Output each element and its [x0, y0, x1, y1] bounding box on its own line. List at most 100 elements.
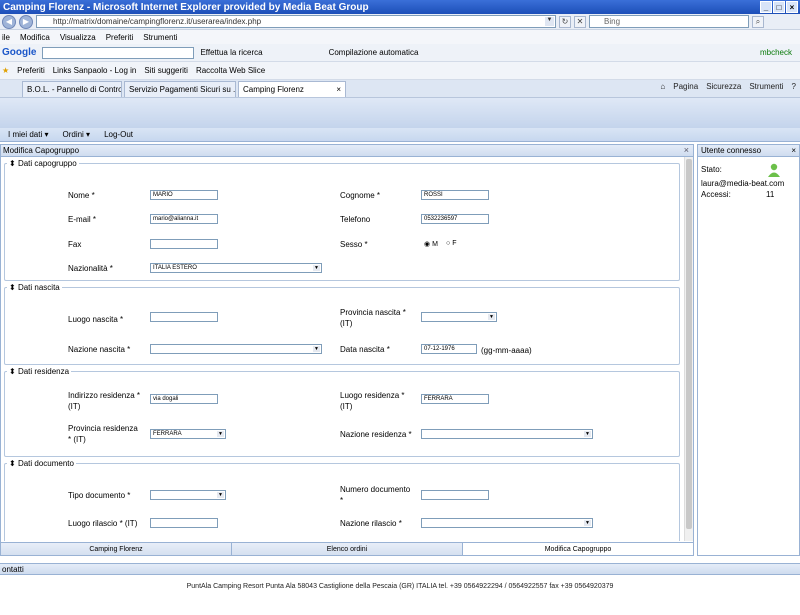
search-placeholder: Bing: [604, 17, 621, 26]
legend-text: Dati capogruppo: [17, 159, 77, 168]
cmd-page[interactable]: Pagina: [673, 82, 698, 91]
close-icon[interactable]: ×: [336, 85, 341, 94]
cmd-security[interactable]: Sicurezza: [706, 82, 741, 91]
bottom-tab-ordini[interactable]: Elenco ordini: [232, 543, 463, 555]
nazione-residenza-select[interactable]: ▼: [421, 429, 593, 439]
label-nazione-residenza: Nazione residenza *: [340, 430, 412, 439]
stop-icon[interactable]: ✕: [574, 15, 586, 28]
indirizzo-input[interactable]: via dogali: [150, 394, 218, 404]
window-titlebar: Camping Florenz - Microsoft Internet Exp…: [0, 0, 800, 14]
footer-text: PuntAla Camping Resort Punta Ala 58043 C…: [186, 582, 614, 590]
label-luogo-residenza: Luogo residenza *: [340, 391, 405, 400]
nazione-rilascio-select[interactable]: ▼: [421, 518, 593, 528]
favorites-button[interactable]: Preferiti: [17, 66, 45, 75]
chevron-down-icon[interactable]: ▼: [545, 17, 554, 26]
tipo-documento-select[interactable]: ▼: [150, 490, 226, 500]
prov-residenza-select[interactable]: FERRARA ▼: [150, 429, 226, 439]
window-title: Camping Florenz - Microsoft Internet Exp…: [3, 1, 369, 13]
google-search-input[interactable]: [42, 46, 195, 59]
telefono-input[interactable]: 0532236597: [421, 214, 489, 224]
radio-m[interactable]: ◉ M: [424, 240, 438, 248]
email-input[interactable]: mario@alianna.it: [150, 214, 218, 224]
panel-header: Modifica Capogruppo ×: [1, 145, 693, 157]
menu-view[interactable]: Visualizza: [60, 33, 96, 42]
fav-web-slice[interactable]: Raccolta Web Slice: [196, 66, 265, 75]
scrollbar-thumb[interactable]: [686, 159, 692, 529]
menu-logout[interactable]: Log-Out: [104, 130, 133, 139]
cognome-input[interactable]: ROSSI: [421, 190, 489, 200]
close-icon[interactable]: ×: [684, 145, 689, 155]
bottom-tab-camping[interactable]: Camping Florenz: [1, 543, 232, 555]
url-text: http://matrix/domaine/campingflorenz.it/…: [53, 17, 262, 26]
menu-favorites[interactable]: Preferiti: [106, 33, 134, 42]
url-input[interactable]: http://matrix/domaine/campingflorenz.it/…: [36, 15, 556, 28]
prov-residenza-value: FERRARA: [153, 431, 182, 437]
maximize-button[interactable]: □: [773, 1, 785, 13]
autofill-button[interactable]: Compilazione automatica: [329, 48, 419, 57]
back-icon[interactable]: ◀: [2, 14, 16, 29]
nome-input[interactable]: MARIO: [150, 190, 218, 200]
label-prov-nascita: Provincia nascita *: [340, 308, 406, 317]
legend-residenza: ⬍ Dati residenza: [9, 367, 70, 376]
fav-suggested-sites[interactable]: Siti suggeriti: [144, 66, 188, 75]
refresh-icon[interactable]: ↻: [559, 15, 571, 28]
data-format-hint: (gg-mm-aaaa): [481, 346, 532, 355]
nazionalita-value: ITALIA ESTERO: [153, 265, 197, 271]
chevron-down-icon: ▼: [584, 520, 591, 526]
luogo-residenza-input[interactable]: FERRARA: [421, 394, 489, 404]
panel-scrollbar[interactable]: [684, 157, 693, 541]
minimize-button[interactable]: _: [760, 1, 772, 13]
tab-camping-florenz[interactable]: Camping Florenz ×: [238, 81, 346, 97]
nazione-nascita-select[interactable]: ▼: [150, 344, 322, 354]
nazionalita-select[interactable]: ITALIA ESTERO ▼: [150, 263, 322, 273]
radio-f[interactable]: ○ F: [446, 240, 456, 247]
accessi-value: 11: [766, 190, 775, 199]
search-icon[interactable]: ⌕: [752, 15, 764, 28]
bottom-tabs: Camping Florenz Elenco ordini Modifica C…: [1, 542, 694, 555]
menu-my-data[interactable]: I miei dati ▾: [8, 130, 48, 139]
menu-my-data-label: I miei dati: [8, 130, 43, 139]
menu-tools[interactable]: Strumenti: [143, 33, 177, 42]
app-menu: I miei dati ▾ Ordini ▾ Log-Out: [0, 128, 800, 142]
chevron-down-icon: ▼: [217, 431, 224, 437]
user-email: laura@media-beat.com: [701, 179, 785, 188]
fav-link-sanpaolo[interactable]: Links Sanpaolo - Log in: [53, 66, 137, 75]
search-input[interactable]: Bing: [589, 15, 749, 28]
help-icon[interactable]: ?: [792, 82, 796, 91]
user-online-icon: [768, 163, 780, 177]
forward-icon[interactable]: ▶: [19, 14, 33, 29]
luogo-nascita-input[interactable]: [150, 312, 218, 322]
tab-pagamenti[interactable]: Servizio Pagamenti Sicuri su ...: [124, 81, 236, 97]
fax-input[interactable]: [150, 239, 218, 249]
favorites-bar: ★ Preferiti Links Sanpaolo - Log in Siti…: [0, 62, 800, 80]
menu-orders-label: Ordini: [62, 130, 84, 139]
tab-label: B.O.L. - Pannello di Controllo: [27, 85, 122, 94]
contatti-title: ontatti: [2, 564, 24, 574]
label-nazione-rilascio: Nazione rilascio *: [340, 519, 402, 528]
google-search-button[interactable]: Effettua la ricerca: [200, 48, 262, 57]
luogo-rilascio-input[interactable]: [150, 518, 218, 528]
close-icon[interactable]: ×: [791, 146, 796, 155]
menu-orders[interactable]: Ordini ▾: [62, 130, 90, 139]
menu-file[interactable]: ile: [2, 33, 10, 42]
label-fax: Fax: [68, 240, 82, 249]
close-window-button[interactable]: ×: [786, 1, 798, 13]
menu-edit[interactable]: Modifica: [20, 33, 50, 42]
label-numero-documento: Numero documento: [340, 485, 411, 494]
label-prov-residenza: Provincia residenza: [68, 424, 138, 433]
numero-documento-input[interactable]: [421, 490, 489, 500]
legend-capogruppo: ⬍ Dati capogruppo: [9, 159, 77, 168]
radio-m-label: M: [432, 241, 438, 248]
star-icon[interactable]: ★: [2, 66, 9, 75]
bottom-tab-capogruppo[interactable]: Modifica Capogruppo: [463, 543, 694, 555]
home-icon[interactable]: ⌂: [660, 82, 665, 91]
user-account[interactable]: mbcheck: [760, 48, 792, 57]
label-cognome: Cognome *: [340, 191, 381, 200]
cmd-tools[interactable]: Strumenti: [749, 82, 783, 91]
label-data-nascita: Data nascita *: [340, 345, 390, 354]
tab-bol[interactable]: B.O.L. - Pannello di Controllo: [22, 81, 122, 97]
legend-text: Dati residenza: [17, 367, 70, 376]
label-prov-nascita-2: (IT): [340, 319, 353, 328]
prov-nascita-select[interactable]: ▼: [421, 312, 497, 322]
data-nascita-input[interactable]: 07-12-1976: [421, 344, 477, 354]
